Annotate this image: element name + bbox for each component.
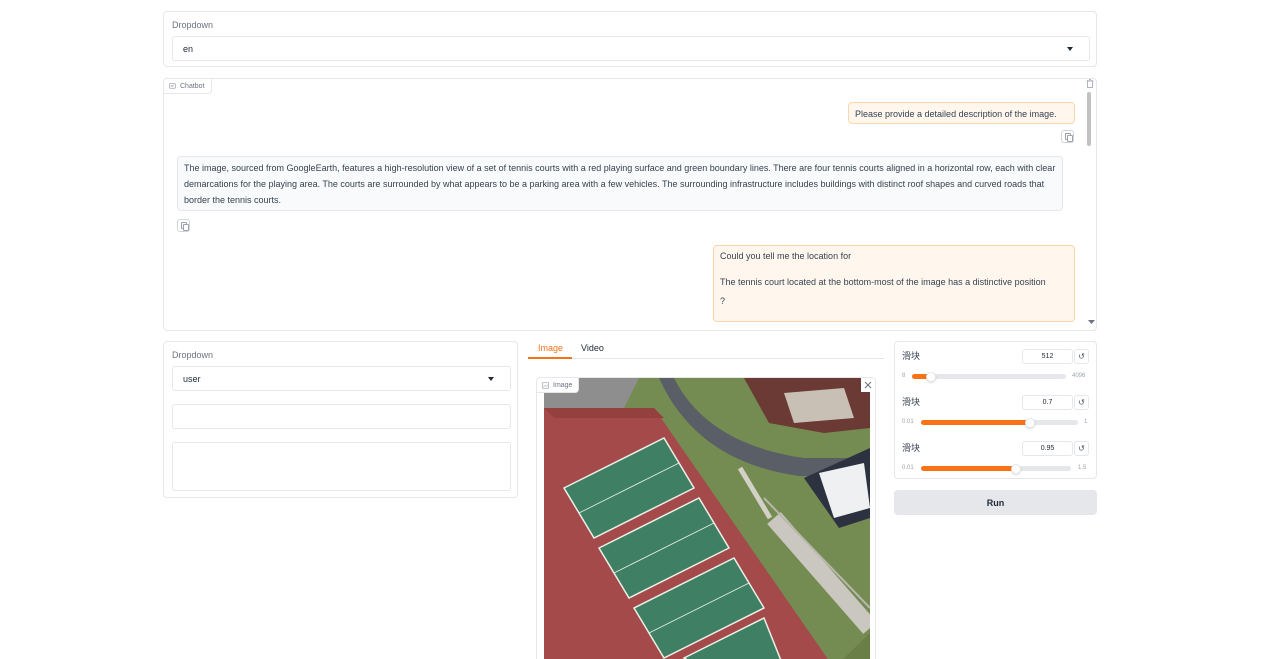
language-dropdown[interactable]: en <box>172 36 1090 61</box>
language-dropdown-label: Dropdown <box>172 20 214 30</box>
chat-scrollbar[interactable] <box>1087 92 1093 324</box>
role-dropdown-label: Dropdown <box>172 350 214 360</box>
chat-message-user: Could you tell me the location for The t… <box>713 245 1075 322</box>
reset-button[interactable]: ↺ <box>1074 349 1089 364</box>
slider-min-label: 8 <box>902 373 906 379</box>
slider-fill <box>921 420 1031 425</box>
input-panel: Dropdown user <box>163 341 518 498</box>
slider-number-input[interactable]: 512 <box>1022 349 1073 364</box>
reset-button[interactable]: ↺ <box>1074 441 1089 456</box>
tab-divider <box>572 358 884 359</box>
chat-message-text: Please provide a detailed description of… <box>855 109 1057 119</box>
reset-button[interactable]: ↺ <box>1074 395 1089 410</box>
run-button[interactable]: Run <box>894 490 1097 515</box>
slider-label: 滑块 <box>902 443 921 453</box>
chat-message-user: Please provide a detailed description of… <box>848 102 1075 124</box>
slider-number-input[interactable]: 0.95 <box>1022 441 1073 456</box>
slider-thumb[interactable] <box>925 371 936 382</box>
chat-message-text: Could you tell me the location for <box>720 251 852 261</box>
trash-icon[interactable] <box>1086 79 1094 88</box>
clear-image-button[interactable] <box>861 378 875 392</box>
tab-active-indicator <box>528 357 572 359</box>
slider-min-label: 0.01 <box>902 465 914 471</box>
slider-max-label: 1 <box>1084 419 1088 425</box>
chat-message-bot: The image, sourced from GoogleEarth, fea… <box>177 156 1063 211</box>
text-input-single[interactable] <box>172 404 511 429</box>
chatbot-panel: Chatbot Please provide a detailed descri… <box>163 78 1097 331</box>
scroll-down-arrow-icon[interactable] <box>1088 320 1095 325</box>
slider-max-label: 4096 <box>1072 373 1086 379</box>
slider-min-label: 0.01 <box>902 419 914 425</box>
slider-track[interactable] <box>921 463 1071 474</box>
role-dropdown[interactable]: user <box>172 366 511 391</box>
chat-message-text: The tennis court located at the bottom-m… <box>720 277 1046 287</box>
aerial-tennis-court-image <box>544 378 870 659</box>
tab-video[interactable]: Video <box>581 343 604 353</box>
copy-message-button[interactable] <box>1061 130 1074 143</box>
image-viewer[interactable]: Image <box>536 377 876 659</box>
slider-track[interactable] <box>921 417 1078 428</box>
chat-message-text: ? <box>720 296 726 306</box>
chevron-down-icon <box>1067 47 1073 51</box>
slider-thumb[interactable] <box>1025 417 1036 428</box>
slider-label: 滑块 <box>902 397 921 407</box>
chatbot-label: Chatbot <box>180 82 205 90</box>
chat-scrollbar-thumb[interactable] <box>1087 92 1091 146</box>
text-input-multiline[interactable] <box>172 442 511 491</box>
sliders-panel: 滑块 512 ↺ 8 4096 滑块 0.7 ↺ 0.01 1 滑块 0.95 … <box>894 341 1097 479</box>
copy-message-button[interactable] <box>177 219 190 232</box>
image-icon <box>542 381 549 389</box>
slider-thumb[interactable] <box>1010 463 1021 474</box>
slider-track[interactable] <box>912 371 1066 382</box>
image-label-tag: Image <box>537 378 580 393</box>
chatbot-tag: Chatbot <box>164 79 212 94</box>
slider-fill <box>921 466 1016 471</box>
language-dropdown-value: en <box>183 43 194 54</box>
slider-number-input[interactable]: 0.7 <box>1022 395 1073 410</box>
chevron-down-icon <box>488 377 494 381</box>
slider-label: 滑块 <box>902 351 921 361</box>
close-icon <box>864 381 872 389</box>
slider-max-label: 1.5 <box>1078 465 1087 471</box>
image-label: Image <box>553 381 573 389</box>
chat-icon <box>169 82 176 89</box>
role-dropdown-value: user <box>183 373 201 384</box>
tab-image[interactable]: Image <box>538 343 563 353</box>
chat-message-text: The image, sourced from GoogleEarth, fea… <box>184 163 1056 205</box>
language-dropdown-panel: Dropdown en <box>163 11 1097 67</box>
